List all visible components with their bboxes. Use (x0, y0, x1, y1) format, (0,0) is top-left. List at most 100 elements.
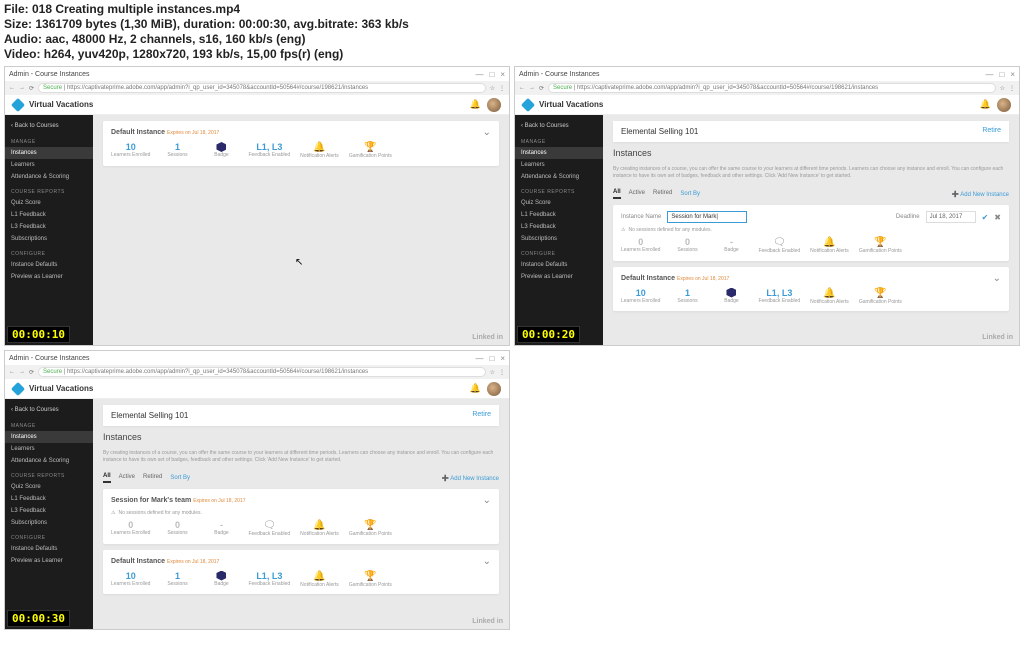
metric-sessions-lbl: Sessions (167, 153, 187, 159)
max-icon[interactable]: □ (999, 70, 1004, 79)
sidebar-item-l3[interactable]: L3 Feedback (5, 221, 93, 233)
star-icon[interactable]: ☆ (1000, 85, 1005, 92)
tab-all[interactable]: All (613, 189, 621, 199)
sidebar-item-learners[interactable]: Learners (515, 159, 603, 171)
notif-icon: 🔔 (313, 520, 325, 531)
sort-by[interactable]: Sort By (170, 475, 190, 481)
sidebar-item-quiz[interactable]: Quiz Score (5, 481, 93, 493)
chevron-down-icon[interactable]: ⌄ (993, 273, 1001, 284)
tab-title: Admin - Course Instances (9, 71, 90, 78)
sidebar-item-learners[interactable]: Learners (5, 159, 93, 171)
back-to-courses[interactable]: ‹ Back to Courses (515, 119, 603, 133)
tab-retired[interactable]: Retired (653, 190, 672, 198)
sidebar-item-quiz[interactable]: Quiz Score (5, 197, 93, 209)
instances-heading: Instances (103, 432, 499, 442)
min-icon[interactable]: — (475, 354, 483, 363)
chevron-down-icon[interactable]: ⌄ (483, 556, 491, 567)
nav-reload-icon[interactable]: ⟳ (29, 85, 34, 92)
menu-icon[interactable]: ⋮ (499, 369, 505, 376)
close-icon[interactable]: × (500, 70, 505, 79)
nav-fwd-icon[interactable]: → (529, 85, 535, 91)
notif-icon: 🔔 (313, 571, 325, 582)
sidebar-item-preview[interactable]: Preview as Learner (5, 555, 93, 567)
sidebar-item-l1[interactable]: L1 Feedback (5, 209, 93, 221)
tab-active[interactable]: Active (119, 474, 135, 482)
max-icon[interactable]: □ (489, 70, 494, 79)
sidebar-item-defaults[interactable]: Instance Defaults (5, 259, 93, 271)
add-new-instance[interactable]: ➕ Add New Instance (441, 475, 499, 482)
instances-desc: By creating instances of a course, you c… (103, 450, 499, 463)
sidebar-item-l3[interactable]: L3 Feedback (515, 221, 603, 233)
url-text[interactable]: https://captivateprime.adobe.com/app/adm… (577, 85, 878, 91)
max-icon[interactable]: □ (489, 354, 494, 363)
sidebar-item-subs[interactable]: Subscriptions (515, 233, 603, 245)
min-icon[interactable]: — (985, 70, 993, 79)
nav-reload-icon[interactable]: ⟳ (29, 369, 34, 376)
menu-icon[interactable]: ⋮ (1009, 85, 1015, 92)
bell-icon[interactable]: 🔔 (980, 99, 991, 110)
instance-name-input[interactable]: Session for Mark| (667, 211, 747, 223)
url-text[interactable]: https://captivateprime.adobe.com/app/adm… (67, 369, 368, 375)
sort-by[interactable]: Sort By (680, 191, 700, 197)
default-instance-title: Default Instance (111, 129, 165, 136)
tab-active[interactable]: Active (629, 190, 645, 198)
frame-2: Admin - Course Instances — □ × ← → ⟳ Sec… (514, 66, 1020, 346)
back-to-courses[interactable]: ‹ Back to Courses (5, 119, 93, 133)
sidebar-item-subs[interactable]: Subscriptions (5, 517, 93, 529)
min-icon[interactable]: — (475, 70, 483, 79)
tab-retired[interactable]: Retired (143, 474, 162, 482)
sidebar-item-preview[interactable]: Preview as Learner (5, 271, 93, 283)
nav-back-icon[interactable]: ← (9, 85, 15, 91)
nav-fwd-icon[interactable]: → (19, 369, 25, 375)
brand-logo-icon (521, 97, 535, 111)
sidebar-item-quiz[interactable]: Quiz Score (515, 197, 603, 209)
sidebar-section-manage: MANAGE (5, 133, 93, 147)
back-to-courses[interactable]: ‹ Back to Courses (5, 403, 93, 417)
chevron-down-icon[interactable]: ⌄ (483, 127, 491, 138)
brand-name: Virtual Vacations (29, 384, 93, 393)
retire-link[interactable]: Retire (472, 411, 491, 420)
retire-link[interactable]: Retire (982, 127, 1001, 136)
cancel-icon[interactable]: ✖ (994, 213, 1001, 222)
close-icon[interactable]: × (500, 354, 505, 363)
sidebar-item-l1[interactable]: L1 Feedback (515, 209, 603, 221)
url-text[interactable]: https://captivateprime.adobe.com/app/adm… (67, 85, 368, 91)
tab-all[interactable]: All (103, 473, 111, 483)
sidebar-item-l3[interactable]: L3 Feedback (5, 505, 93, 517)
nav-back-icon[interactable]: ← (9, 369, 15, 375)
save-icon[interactable]: ✔ (982, 213, 989, 222)
sidebar-item-attendance[interactable]: Attendance & Scoring (5, 455, 93, 467)
sidebar-item-instances[interactable]: Instances (515, 147, 603, 159)
nav-back-icon[interactable]: ← (519, 85, 525, 91)
sidebar-item-instances[interactable]: Instances (5, 431, 93, 443)
warn-icon: ⚠ (111, 510, 115, 516)
bell-icon[interactable]: 🔔 (470, 383, 481, 394)
add-new-instance[interactable]: ➕ Add New Instance (951, 191, 1009, 198)
sidebar-item-attendance[interactable]: Attendance & Scoring (515, 171, 603, 183)
sidebar-item-subs[interactable]: Subscriptions (5, 233, 93, 245)
sidebar-item-instances[interactable]: Instances (5, 147, 93, 159)
star-icon[interactable]: ☆ (490, 369, 495, 376)
sidebar-item-preview[interactable]: Preview as Learner (515, 271, 603, 283)
metric-badge-lbl: Badge (214, 153, 228, 159)
bell-icon[interactable]: 🔔 (470, 99, 481, 110)
menu-icon[interactable]: ⋮ (499, 85, 505, 92)
sidebar-item-attendance[interactable]: Attendance & Scoring (5, 171, 93, 183)
sidebar-item-defaults[interactable]: Instance Defaults (515, 259, 603, 271)
chevron-down-icon[interactable]: ⌄ (483, 495, 491, 506)
deadline-input[interactable]: Jul 18, 2017 (926, 211, 976, 223)
sidebar-item-defaults[interactable]: Instance Defaults (5, 543, 93, 555)
metric-learners-val: 10 (126, 142, 136, 152)
nav-reload-icon[interactable]: ⟳ (539, 85, 544, 92)
sidebar-item-l1[interactable]: L1 Feedback (5, 493, 93, 505)
avatar[interactable] (487, 98, 501, 112)
warn-text: No sessions defined for any modules. (118, 510, 201, 516)
close-icon[interactable]: × (1010, 70, 1015, 79)
star-icon[interactable]: ☆ (490, 85, 495, 92)
sidebar-item-learners[interactable]: Learners (5, 443, 93, 455)
gamif-icon: 🏆 (364, 520, 376, 531)
expire-text: Expires on Jul 18, 2017 (167, 130, 219, 136)
avatar[interactable] (487, 382, 501, 396)
avatar[interactable] (997, 98, 1011, 112)
nav-fwd-icon[interactable]: → (19, 85, 25, 91)
